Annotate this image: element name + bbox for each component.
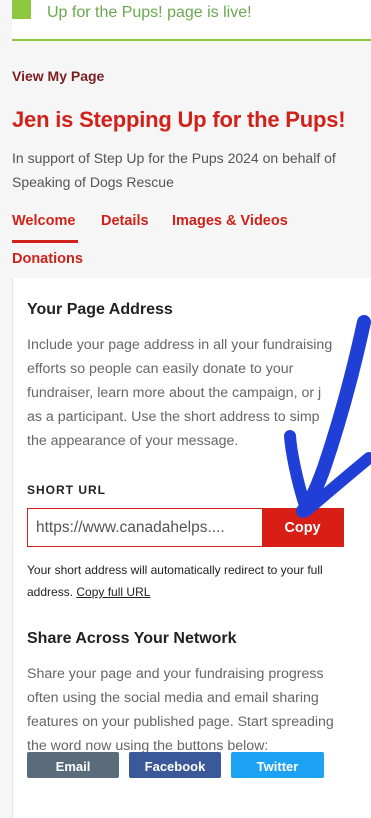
- active-tab-indicator: [12, 240, 78, 243]
- short-url-group: Copy: [27, 508, 344, 547]
- email-share-button[interactable]: Email: [27, 752, 119, 778]
- description-line: Include your page address in all your fu…: [27, 337, 333, 353]
- short-url-label: SHORT URL: [27, 483, 106, 497]
- copy-button[interactable]: Copy: [262, 509, 343, 546]
- description-line: the appearance of your message.: [27, 433, 239, 449]
- page-subtitle: In support of Step Up for the Pups 2024 …: [12, 150, 336, 190]
- copy-full-url-link[interactable]: Copy full URL: [76, 585, 150, 599]
- facebook-share-button[interactable]: Facebook: [129, 752, 221, 778]
- share-description: Share your page and your fundraising pro…: [27, 662, 363, 758]
- page-address-description: Include your page address in all your fu…: [27, 333, 363, 453]
- description-line: features on your published page. Start s…: [27, 714, 334, 730]
- short-url-input[interactable]: [28, 509, 263, 546]
- tab-welcome[interactable]: Welcome: [12, 213, 75, 229]
- description-line: as a participant. Use the short address …: [27, 409, 320, 425]
- success-banner: Up for the Pups! page is live!: [12, 0, 371, 41]
- view-my-page-link[interactable]: View My Page: [12, 68, 104, 84]
- page-title: Jen is Stepping Up for the Pups!: [12, 107, 346, 132]
- welcome-panel: Your Page Address Include your page addr…: [12, 278, 371, 818]
- description-line: efforts so people can easily donate to y…: [27, 361, 294, 377]
- tab-images-videos[interactable]: Images & Videos: [172, 213, 288, 229]
- twitter-share-button[interactable]: Twitter: [231, 752, 324, 778]
- redirect-note-text: Your short address will automatically re…: [27, 563, 323, 599]
- share-heading: Share Across Your Network: [27, 630, 237, 647]
- tab-donations[interactable]: Donations: [12, 251, 83, 267]
- banner-message: Up for the Pups! page is live!: [47, 4, 252, 21]
- description-line: often using the social media and email s…: [27, 690, 319, 706]
- description-line: fundraiser, learn more about the campaig…: [27, 385, 322, 401]
- description-line: Share your page and your fundraising pro…: [27, 666, 324, 682]
- page-address-heading: Your Page Address: [27, 301, 173, 318]
- redirect-note: Your short address will automatically re…: [27, 559, 363, 603]
- tab-details[interactable]: Details: [101, 213, 149, 229]
- banner-accent-bar: [12, 0, 31, 19]
